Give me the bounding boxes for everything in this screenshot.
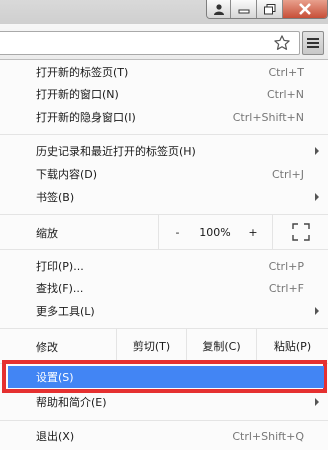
- chrome-menu: 打开新的标签页(T) Ctrl+T 打开新的窗口(N) Ctrl+N 打开新的隐…: [0, 60, 328, 450]
- zoom-plus-label: +: [248, 225, 258, 239]
- menu-item-downloads[interactable]: 下载内容(D) Ctrl+J: [0, 163, 328, 185]
- user-icon[interactable]: [207, 0, 231, 18]
- zoom-value: 100%: [199, 225, 231, 239]
- zoom-out-button[interactable]: -: [158, 215, 196, 249]
- menu-item-exit[interactable]: 退出(X) Ctrl+Shift+Q: [0, 425, 328, 447]
- star-icon[interactable]: [272, 33, 292, 53]
- menu-item-shortcut: Ctrl+N: [266, 87, 304, 101]
- menu-item-label: 历史记录和最近打开的标签页(H): [36, 145, 196, 158]
- paste-label: 粘贴(P): [273, 340, 312, 353]
- menu-item-new-window[interactable]: 打开新的窗口(N) Ctrl+N: [0, 83, 328, 105]
- menu-item-bookmarks[interactable]: 书签(B): [0, 186, 328, 208]
- menu-item-label: 书签(B): [36, 191, 75, 204]
- edit-row: 修改 剪切(T) 复制(C) 粘贴(P): [0, 329, 328, 363]
- fullscreen-icon: [291, 223, 310, 241]
- menu-item-more-tools[interactable]: 更多工具(L): [0, 300, 328, 322]
- paste-button[interactable]: 粘贴(P): [256, 329, 328, 363]
- menu-item-print[interactable]: 打印(P)... Ctrl+P: [0, 255, 328, 277]
- menu-separator: [0, 249, 328, 250]
- menu-item-history[interactable]: 历史记录和最近打开的标签页(H): [0, 140, 328, 162]
- menu-item-shortcut: Ctrl+Shift+N: [232, 110, 304, 124]
- copy-label: 复制(C): [202, 340, 241, 353]
- cut-button[interactable]: 剪切(T): [116, 329, 186, 363]
- close-icon[interactable]: [283, 0, 327, 18]
- menu-item-help[interactable]: 帮助和简介(E): [0, 391, 328, 413]
- menu-item-label: 更多工具(L): [36, 305, 95, 318]
- edit-label: 修改: [36, 341, 58, 354]
- browser-toolbar: [0, 24, 328, 60]
- window-controls: [206, 0, 328, 19]
- zoom-label: 缩放: [36, 227, 58, 240]
- cut-label: 剪切(T): [132, 340, 171, 353]
- zoom-minus-label: -: [175, 225, 180, 239]
- submenu-arrow-icon: [315, 147, 319, 155]
- fullscreen-button[interactable]: [272, 215, 328, 249]
- zoom-level: 100%: [196, 215, 234, 249]
- title-bar: [0, 0, 328, 24]
- menu-item-shortcut: Ctrl+F: [268, 281, 304, 295]
- zoom-row: 缩放 - 100% +: [0, 215, 328, 249]
- menu-item-label: 设置(S): [36, 371, 74, 384]
- menu-item-shortcut: Ctrl+T: [268, 65, 304, 79]
- hamburger-menu-icon[interactable]: [302, 31, 324, 55]
- minimize-icon[interactable]: [231, 0, 257, 18]
- menu-item-label: 帮助和简介(E): [36, 396, 107, 409]
- submenu-arrow-icon: [315, 307, 319, 315]
- copy-button[interactable]: 复制(C): [186, 329, 256, 363]
- address-bar[interactable]: [0, 31, 300, 55]
- menu-item-new-tab[interactable]: 打开新的标签页(T) Ctrl+T: [0, 61, 328, 83]
- menu-separator: [0, 134, 328, 135]
- zoom-in-button[interactable]: +: [234, 215, 272, 249]
- menu-item-new-incognito-window[interactable]: 打开新的隐身窗口(I) Ctrl+Shift+N: [0, 106, 328, 128]
- menu-item-find[interactable]: 查找(F)... Ctrl+F: [0, 277, 328, 299]
- submenu-arrow-icon: [315, 193, 319, 201]
- menu-item-shortcut: Ctrl+J: [271, 167, 304, 181]
- menu-item-settings[interactable]: 设置(S): [0, 366, 328, 388]
- menu-item-shortcut: Ctrl+Shift+Q: [232, 429, 304, 443]
- submenu-arrow-icon: [315, 398, 319, 406]
- restore-icon[interactable]: [257, 0, 283, 18]
- menu-item-shortcut: Ctrl+P: [268, 259, 304, 273]
- menu-separator: [0, 420, 328, 421]
